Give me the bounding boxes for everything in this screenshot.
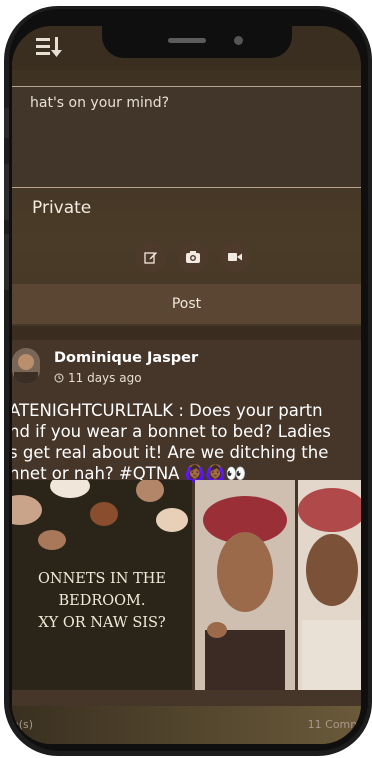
photo-placeholder [298,480,361,690]
media-line: XY OR NAW SIS? [38,615,166,631]
post-media[interactable]: ONNETS IN THE BEDROOM. XY OR NAW SIS? [12,480,361,690]
edit-button[interactable] [136,242,166,272]
composer-tools [136,242,250,272]
post-card: Dominique Jasper 11 days ago ATENIGHTCUR… [12,340,361,744]
bonnet-graphic[interactable]: ONNETS IN THE BEDROOM. XY OR NAW SIS? [12,480,192,690]
privacy-selector[interactable]: Private [32,198,91,218]
comments-count[interactable]: 11 Comm [308,718,361,731]
post-button[interactable]: Post [12,284,361,324]
likes-count[interactable]: e(s) [12,718,33,731]
author-avatar[interactable] [12,348,40,384]
photo-button[interactable] [178,242,208,272]
photo-placeholder [195,480,295,690]
author-name[interactable]: Dominique Jasper [54,350,198,366]
spots-pattern [12,480,188,550]
post-body: ATENIGHTCURLTALK : Does your partn nd if… [12,400,361,484]
clock-icon [54,373,64,383]
media-line: BEDROOM. [58,593,146,609]
section-divider [12,326,361,340]
post-timestamp: 11 days ago [54,371,142,385]
composer-placeholder: hat's on your mind? [30,95,170,111]
video-icon [228,253,242,261]
time-text: 11 days ago [68,371,142,385]
avatar-image [12,348,40,384]
media-caption: ONNETS IN THE BEDROOM. XY OR NAW SIS? [12,568,192,634]
post-line: nd if you wear a bonnet to bed? Ladies [12,422,331,441]
notch [102,24,292,58]
speaker [168,38,206,43]
video-button[interactable] [220,242,250,272]
camera-icon [186,251,200,263]
post-composer[interactable]: hat's on your mind? [12,86,361,188]
post-line: ATENIGHTCURLTALK : Does your partn [12,401,323,420]
media-line: ONNETS IN THE [38,571,166,587]
photo-man-bonnet[interactable] [298,480,361,690]
post-line: s get real about it! Are we ditching the [12,443,329,462]
photo-woman-bonnet[interactable] [195,480,295,690]
edit-icon [144,252,157,264]
app-screen: hat's on your mind? Private Post Dominiq… [12,26,361,744]
front-camera [234,36,243,45]
menu-sort-icon[interactable] [32,34,64,60]
